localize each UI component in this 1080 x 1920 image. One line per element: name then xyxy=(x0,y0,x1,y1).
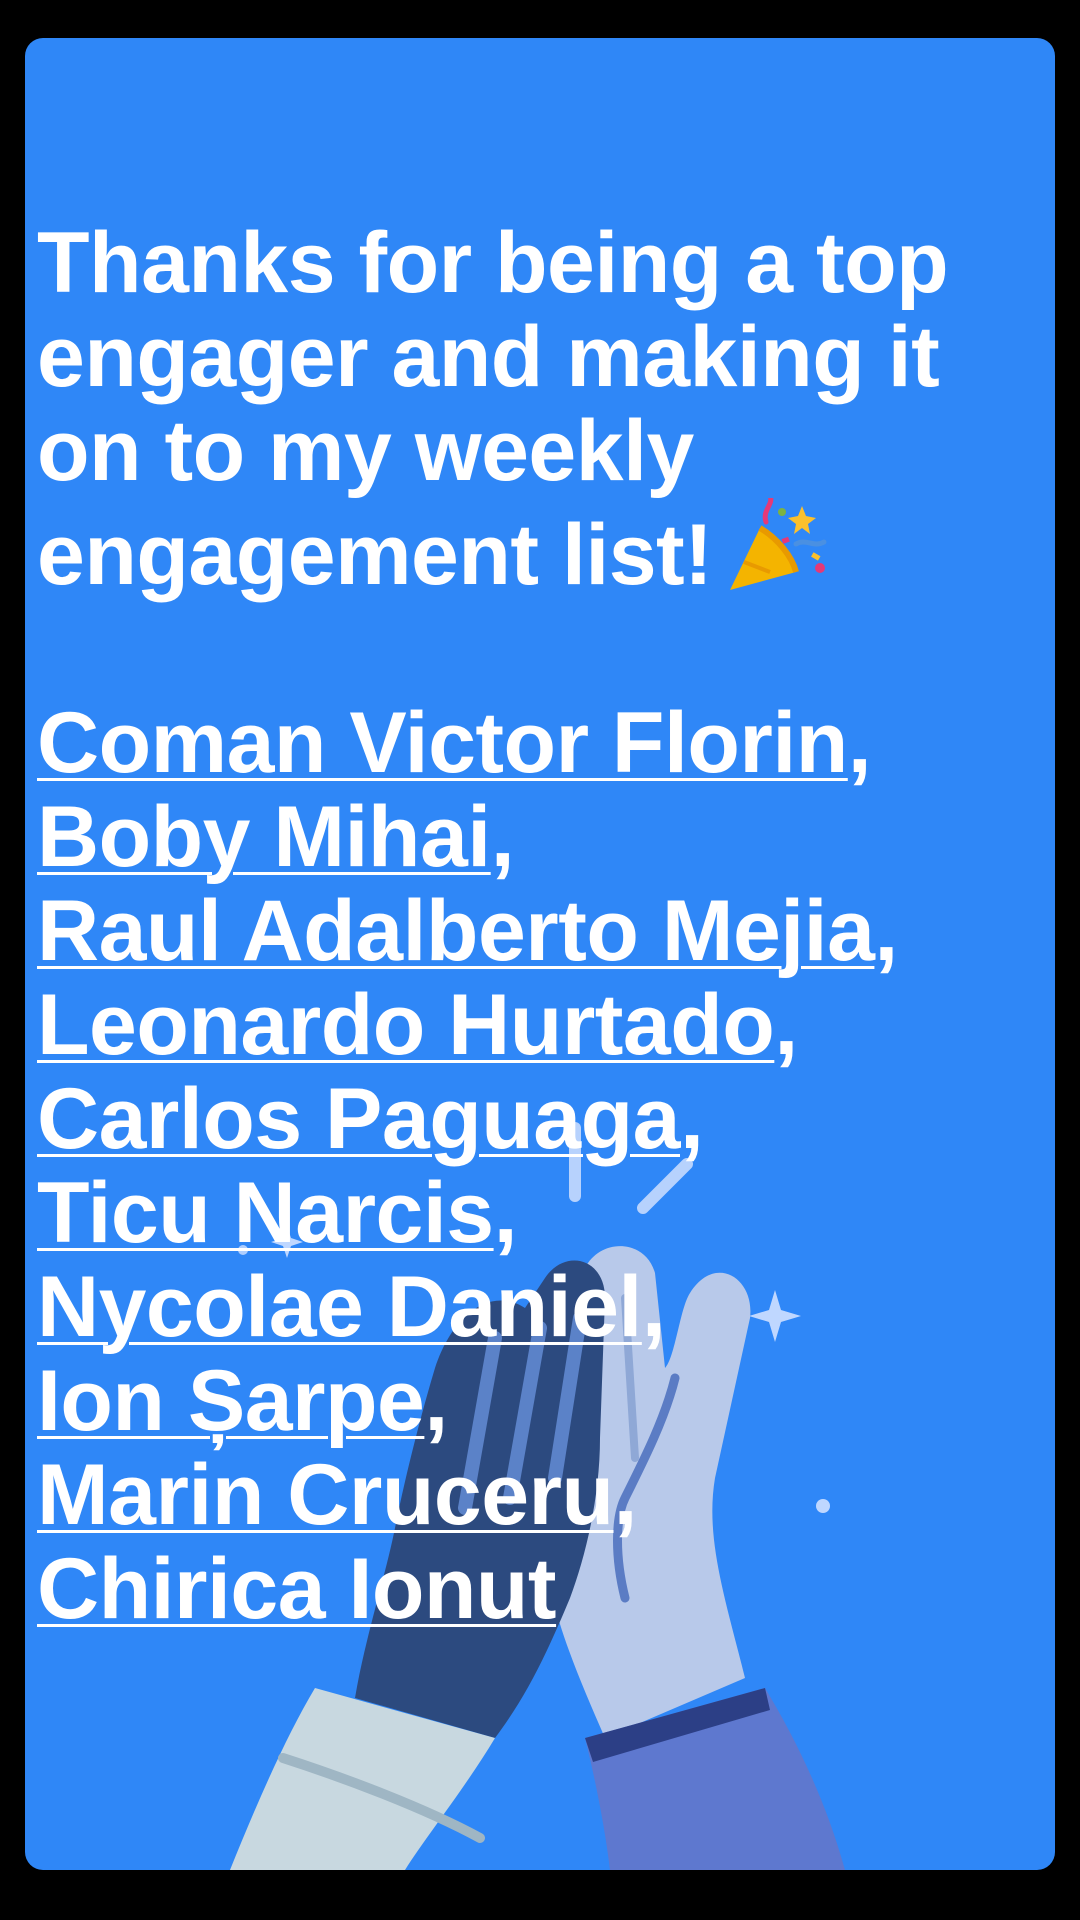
separator: , xyxy=(490,789,515,885)
engager-link[interactable]: Chirica Ionut xyxy=(37,1541,557,1637)
list-item: Raul Adalberto Mejia, xyxy=(37,884,1047,978)
separator: , xyxy=(874,883,898,979)
party-popper-icon xyxy=(730,498,827,590)
list-item: Leonardo Hurtado, xyxy=(37,978,1047,1072)
separator: , xyxy=(680,1071,704,1167)
list-item: Marin Cruceru, xyxy=(37,1448,1047,1542)
list-item: Ticu Narcis, xyxy=(37,1166,1047,1260)
list-item: Ion Șarpe, xyxy=(37,1354,1047,1448)
list-item: Chirica Ionut xyxy=(37,1542,1047,1636)
headline: Thanks for being a top engager and makin… xyxy=(37,216,1047,602)
separator: , xyxy=(613,1447,638,1543)
engager-link[interactable]: Leonardo Hurtado xyxy=(37,977,775,1073)
engager-list: Coman Victor Florin, Boby Mihai, Raul Ad… xyxy=(37,696,1047,1636)
list-item: Coman Victor Florin, xyxy=(37,696,1047,790)
list-item: Carlos Paguaga, xyxy=(37,1072,1047,1166)
separator: , xyxy=(847,695,872,791)
engager-link[interactable]: Marin Cruceru xyxy=(37,1447,614,1543)
separator: , xyxy=(641,1259,666,1355)
list-item: Nycolae Daniel, xyxy=(37,1260,1047,1354)
engager-link[interactable]: Carlos Paguaga xyxy=(37,1071,681,1167)
engager-link[interactable]: Ion Șarpe xyxy=(37,1353,425,1449)
separator: , xyxy=(493,1165,518,1261)
engager-link[interactable]: Boby Mihai xyxy=(37,789,491,885)
post-content: Thanks for being a top engager and makin… xyxy=(37,216,1047,1636)
engager-link[interactable]: Coman Victor Florin xyxy=(37,695,848,791)
list-item: Boby Mihai, xyxy=(37,790,1047,884)
engager-link[interactable]: Raul Adalberto Mejia xyxy=(37,883,875,979)
engager-link[interactable]: Nycolae Daniel xyxy=(37,1259,642,1355)
separator: , xyxy=(774,977,798,1073)
separator: , xyxy=(424,1353,448,1449)
story-card: Thanks for being a top engager and makin… xyxy=(25,38,1055,1870)
engager-link[interactable]: Ticu Narcis xyxy=(37,1165,494,1261)
